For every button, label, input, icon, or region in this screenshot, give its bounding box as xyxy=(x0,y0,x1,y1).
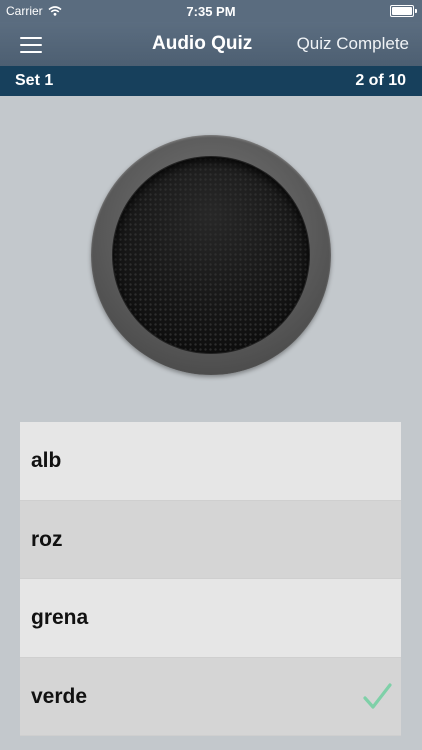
question-progress: 2 of 10 xyxy=(355,72,406,89)
quiz-complete-button[interactable]: Quiz Complete xyxy=(297,34,409,54)
page-title: Audio Quiz xyxy=(152,33,253,54)
speaker-grille xyxy=(113,157,309,353)
answer-option-verde[interactable]: verde xyxy=(20,657,401,736)
answer-label: grena xyxy=(31,606,89,629)
answer-option-roz[interactable]: roz xyxy=(20,500,401,579)
checkmark-icon xyxy=(363,682,392,709)
battery-icon xyxy=(390,5,417,17)
status-time: 7:35 PM xyxy=(186,4,236,19)
answer-list: alb roz grena verde xyxy=(20,422,401,736)
answer-label: roz xyxy=(31,527,63,551)
quiz-progress-bar: Set 1 2 of 10 xyxy=(0,66,422,96)
answer-option-grena[interactable]: grena xyxy=(20,579,401,658)
answer-label: verde xyxy=(31,684,88,708)
navigation-bar: Audio Quiz Quiz Complete xyxy=(0,22,422,66)
set-label: Set 1 xyxy=(15,72,54,89)
answer-label: alb xyxy=(31,449,62,472)
speaker-play-button[interactable] xyxy=(91,135,331,375)
hamburger-menu-icon[interactable] xyxy=(20,34,44,54)
status-bar: Carrier 7:35 PM xyxy=(0,0,422,22)
answer-option-alb[interactable]: alb xyxy=(20,422,401,501)
